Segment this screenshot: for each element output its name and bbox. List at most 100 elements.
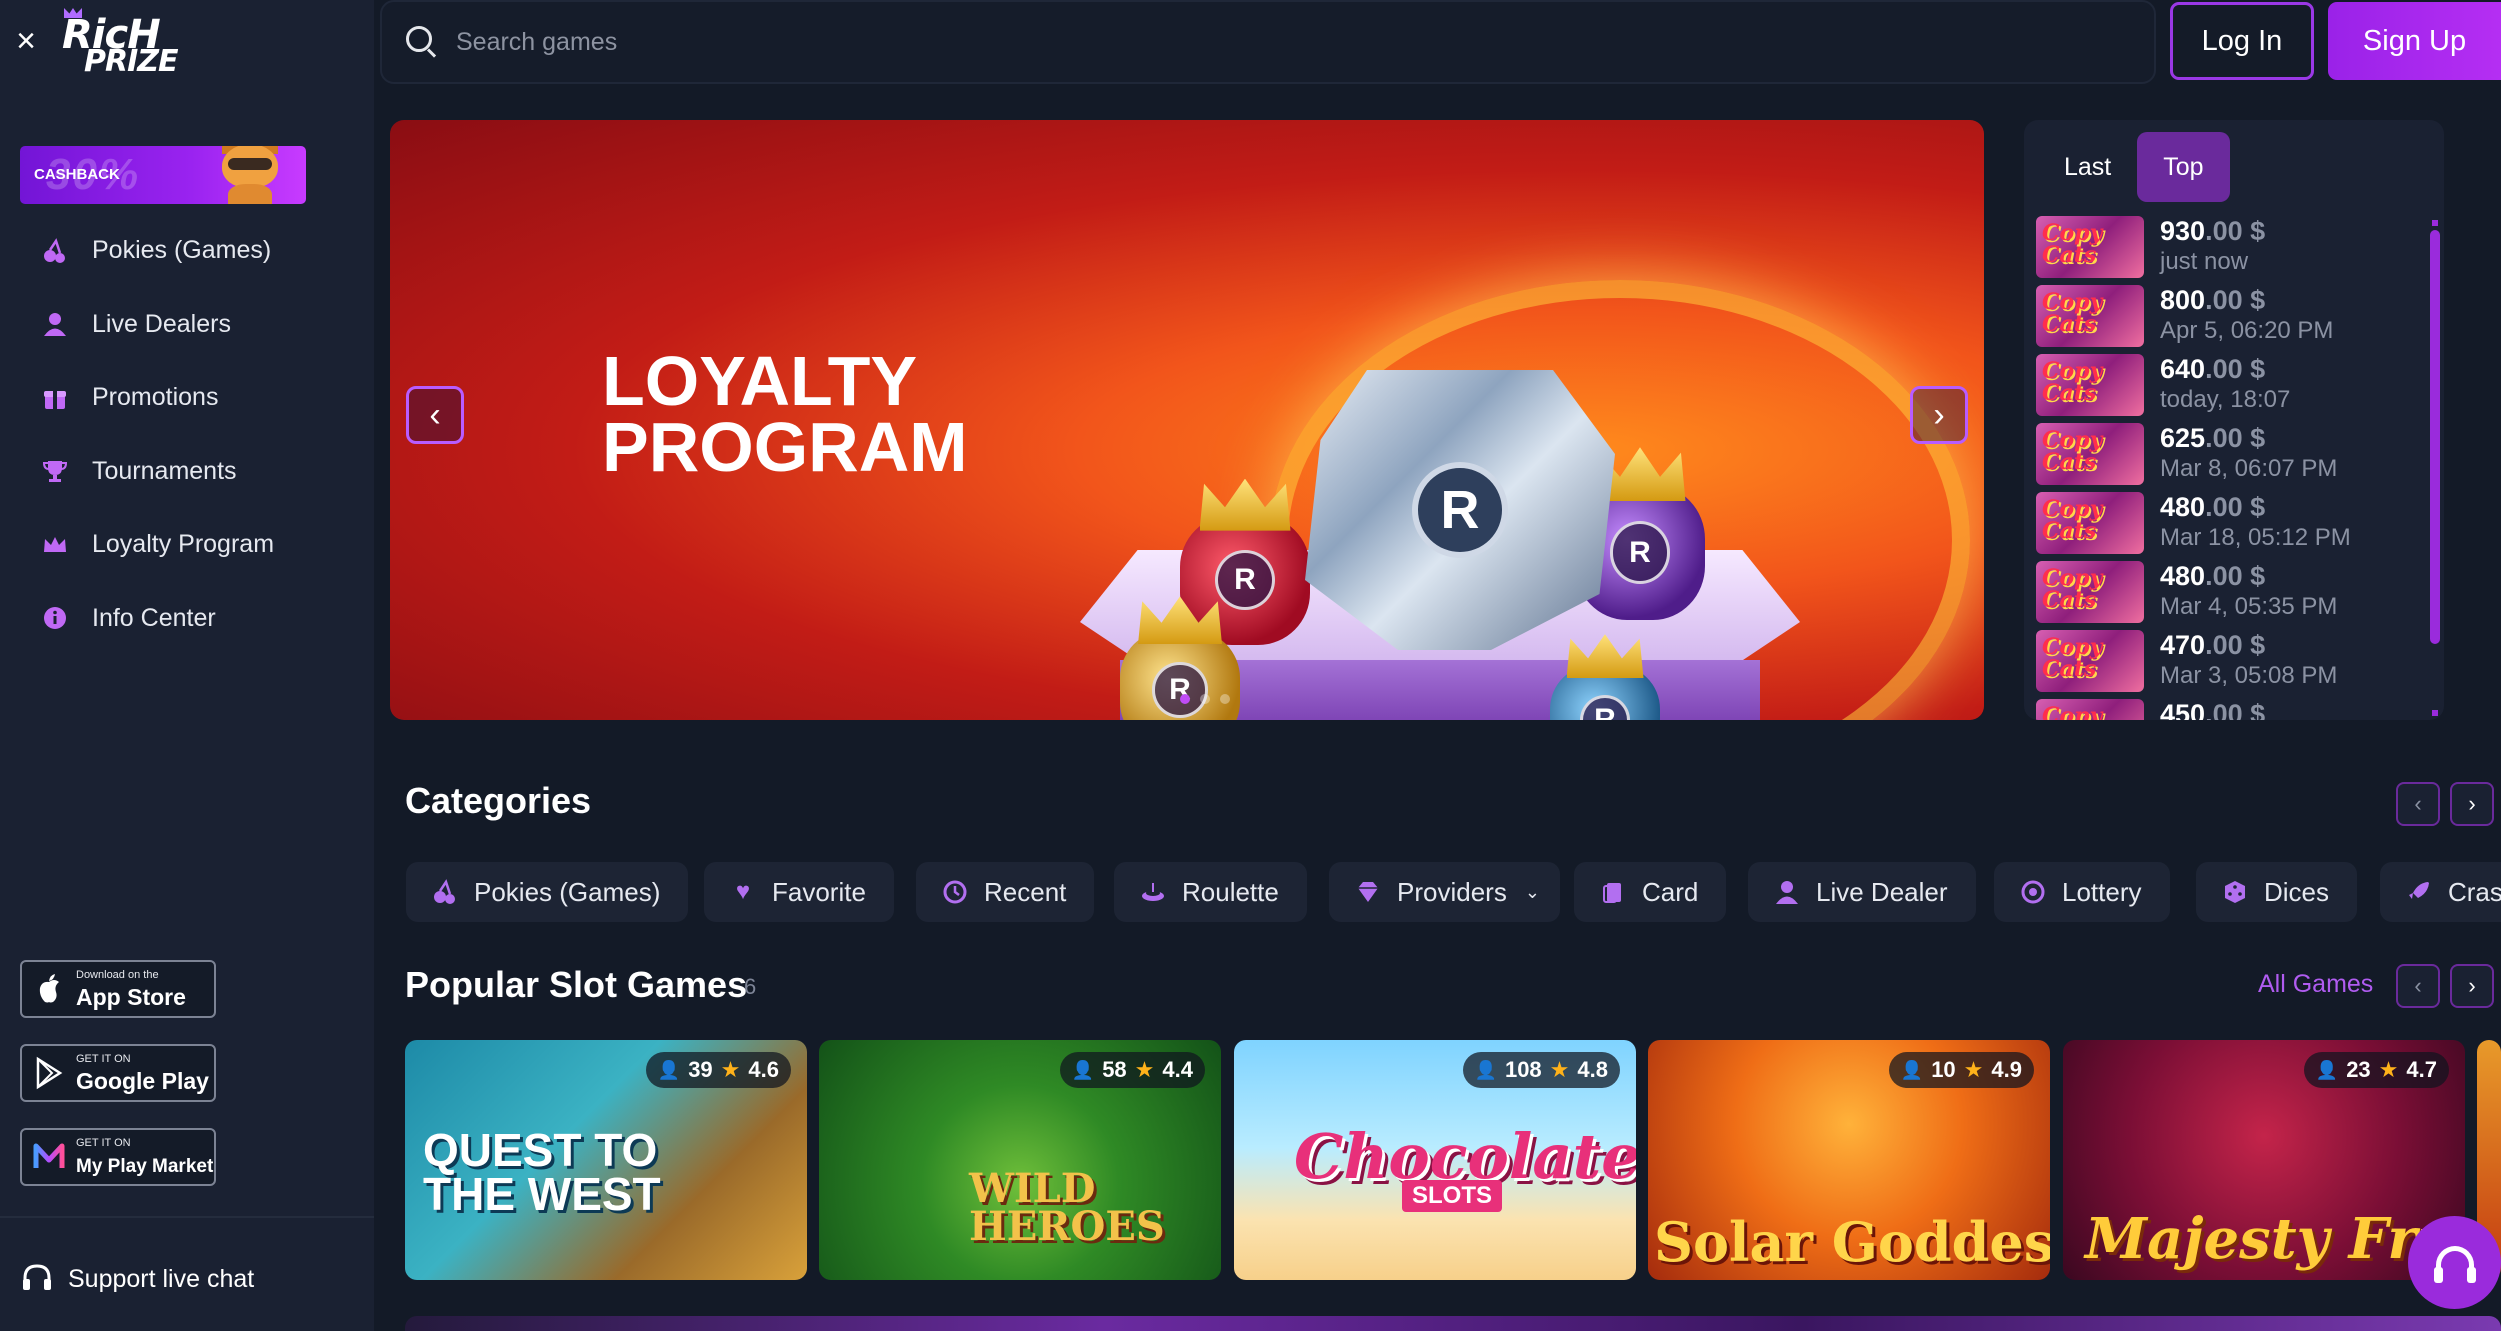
- winner-time: just now: [2160, 248, 2249, 275]
- game-thumbnail: Copy Cats: [2036, 423, 2144, 485]
- winner-row[interactable]: Copy Cats 480.00 $ Mar 18, 05:12 PM: [2036, 492, 2426, 561]
- categories-prev-button[interactable]: ‹: [2396, 782, 2440, 826]
- category-label: Pokies (Games): [474, 876, 661, 907]
- sidebar-item-loyalty[interactable]: Loyalty Program: [0, 508, 374, 582]
- sidebar-item-label: Live Dealers: [92, 309, 231, 338]
- game-card[interactable]: WILD HEROES 👤 58 ★ 4.4: [819, 1040, 1221, 1280]
- support-live-chat-link[interactable]: Support live chat: [20, 1262, 254, 1296]
- winner-row[interactable]: Copy Cats 470.00 $ Mar 3, 05:08 PM: [2036, 630, 2426, 699]
- rocket-icon: [2404, 877, 2434, 907]
- winner-row[interactable]: Copy Cats 800.00 $ Apr 5, 06:20 PM: [2036, 285, 2426, 354]
- game-card[interactable]: Majesty Fruits 👤 23 ★ 4.7: [2063, 1040, 2465, 1280]
- store-name: My Play Market: [76, 1156, 214, 1177]
- info-icon: [42, 605, 68, 631]
- category-providers[interactable]: Providers ⌄: [1329, 862, 1560, 922]
- winners-scrollbar[interactable]: [2430, 230, 2440, 644]
- history-icon: [940, 877, 970, 907]
- search-bar: [380, 0, 2156, 84]
- logo[interactable]: RicH PRIZE: [60, 8, 184, 79]
- tab-top[interactable]: Top: [2137, 132, 2230, 202]
- store-small-text: Download on the: [76, 969, 159, 981]
- category-roulette[interactable]: Roulette: [1114, 862, 1307, 922]
- tab-last[interactable]: Last: [2038, 132, 2137, 202]
- scroll-down-indicator[interactable]: [2432, 710, 2438, 716]
- category-label: Providers: [1397, 876, 1507, 907]
- game-rating: 4.4: [1162, 1057, 1193, 1082]
- game-stats: 👤 108 ★ 4.8: [1462, 1052, 1620, 1088]
- promo-banner[interactable]: R R R R R LOYALTY PROGRAM ‹ ›: [390, 120, 1984, 720]
- banner-dot[interactable]: [1180, 694, 1190, 704]
- support-label: Support live chat: [68, 1264, 255, 1293]
- categories-next-button[interactable]: ›: [2450, 782, 2494, 826]
- category-live-dealer[interactable]: Live Dealer: [1748, 862, 1976, 922]
- category-dices[interactable]: Dices: [2196, 862, 2358, 922]
- signup-button[interactable]: Sign Up: [2328, 2, 2501, 80]
- game-card[interactable]: QUEST TO THE WEST 👤 39 ★ 4.6: [405, 1040, 807, 1280]
- game-card[interactable]: Solar Goddess 👤 10 ★ 4.9: [1648, 1040, 2050, 1280]
- category-pokies[interactable]: Pokies (Games): [406, 862, 689, 922]
- heart-icon: ♥: [735, 878, 751, 905]
- category-label: Dices: [2264, 876, 2330, 907]
- sidebar-item-promotions[interactable]: Promotions: [0, 361, 374, 435]
- store-name: Google Play: [76, 1068, 209, 1094]
- sidebar-item-live-dealers[interactable]: Live Dealers: [0, 288, 374, 362]
- winners-tabs: Last Top: [2038, 132, 2230, 202]
- close-sidebar-button[interactable]: ×: [14, 22, 38, 60]
- category-label: Live Dealer: [1816, 876, 1948, 907]
- sidebar-item-pokies[interactable]: Pokies (Games): [0, 214, 374, 288]
- live-chat-button[interactable]: [2408, 1216, 2501, 1309]
- banner-prev-button[interactable]: ‹: [406, 386, 464, 444]
- banner-dot[interactable]: [1200, 694, 1210, 704]
- game-stats: 👤 58 ★ 4.4: [1059, 1052, 1205, 1088]
- scroll-up-indicator[interactable]: [2432, 220, 2438, 226]
- banner-next-button[interactable]: ›: [1910, 386, 1968, 444]
- winner-row[interactable]: Copy Cats 625.00 $ Mar 8, 06:07 PM: [2036, 423, 2426, 492]
- sidebar-item-tournaments[interactable]: Tournaments: [0, 435, 374, 509]
- diamond-icon: [1353, 877, 1383, 907]
- user-icon: 👤: [2315, 1059, 2339, 1080]
- winner-row[interactable]: Copy Cats 930.00 $ just now: [2036, 216, 2426, 285]
- google-play-button[interactable]: GET IT ON Google Play: [20, 1044, 216, 1102]
- search-icon: [406, 26, 438, 58]
- app-store-button[interactable]: Download on the App Store: [20, 960, 216, 1018]
- game-title: QUEST TO THE WEST: [423, 1124, 661, 1220]
- game-card[interactable]: Chocolate SLOTS 👤 108 ★ 4.8: [1234, 1040, 1636, 1280]
- cherries-icon: [430, 877, 460, 907]
- game-rating: 4.6: [748, 1057, 779, 1082]
- games-prev-button[interactable]: ‹: [2396, 964, 2440, 1008]
- winner-time: Apr 5, 06:20 PM: [2160, 317, 2334, 344]
- dice-icon: [2220, 877, 2250, 907]
- game-stats: 👤 23 ★ 4.7: [2303, 1052, 2449, 1088]
- diamond-gem-graphic: R: [1305, 370, 1615, 650]
- winner-row[interactable]: Copy Cats 450.00 $: [2036, 699, 2426, 720]
- chevron-down-icon: ⌄: [1524, 881, 1540, 902]
- my-play-market-icon: [32, 1140, 66, 1174]
- crown-icon: [42, 532, 68, 558]
- my-play-market-button[interactable]: GET IT ON My Play Market: [20, 1128, 216, 1186]
- game-stats: 👤 39 ★ 4.6: [645, 1052, 791, 1088]
- star-icon: ★: [1549, 1057, 1570, 1082]
- trophy-icon: [42, 458, 68, 484]
- category-crash[interactable]: Crash: [2380, 862, 2501, 922]
- winner-row[interactable]: Copy Cats 480.00 $ Mar 4, 05:35 PM: [2036, 561, 2426, 630]
- cashback-banner[interactable]: 30% CASHBACK: [20, 146, 306, 204]
- winner-time: Mar 8, 06:07 PM: [2160, 455, 2338, 482]
- sidebar-item-info-center[interactable]: Info Center: [0, 582, 374, 656]
- category-card[interactable]: Card: [1574, 862, 1727, 922]
- winner-row[interactable]: Copy Cats 640.00 $ today, 18:07: [2036, 354, 2426, 423]
- headset-icon: [2433, 1245, 2476, 1283]
- search-input[interactable]: [456, 20, 2056, 64]
- category-recent[interactable]: Recent: [916, 862, 1095, 922]
- popular-count: 6: [744, 974, 757, 999]
- game-thumbnail: Copy Cats: [2036, 492, 2144, 554]
- category-favorite[interactable]: ♥ Favorite: [704, 862, 894, 922]
- all-games-link[interactable]: All Games: [2258, 970, 2373, 999]
- games-next-button[interactable]: ›: [2450, 964, 2494, 1008]
- game-thumbnail: Copy Cats: [2036, 630, 2144, 692]
- category-lottery[interactable]: Lottery: [1994, 862, 2170, 922]
- winner-time: Mar 3, 05:08 PM: [2160, 662, 2338, 689]
- banner-dot[interactable]: [1220, 694, 1230, 704]
- login-button[interactable]: Log In: [2170, 2, 2314, 80]
- sidebar-item-label: Pokies (Games): [92, 236, 272, 265]
- player-count: 23: [2346, 1057, 2371, 1082]
